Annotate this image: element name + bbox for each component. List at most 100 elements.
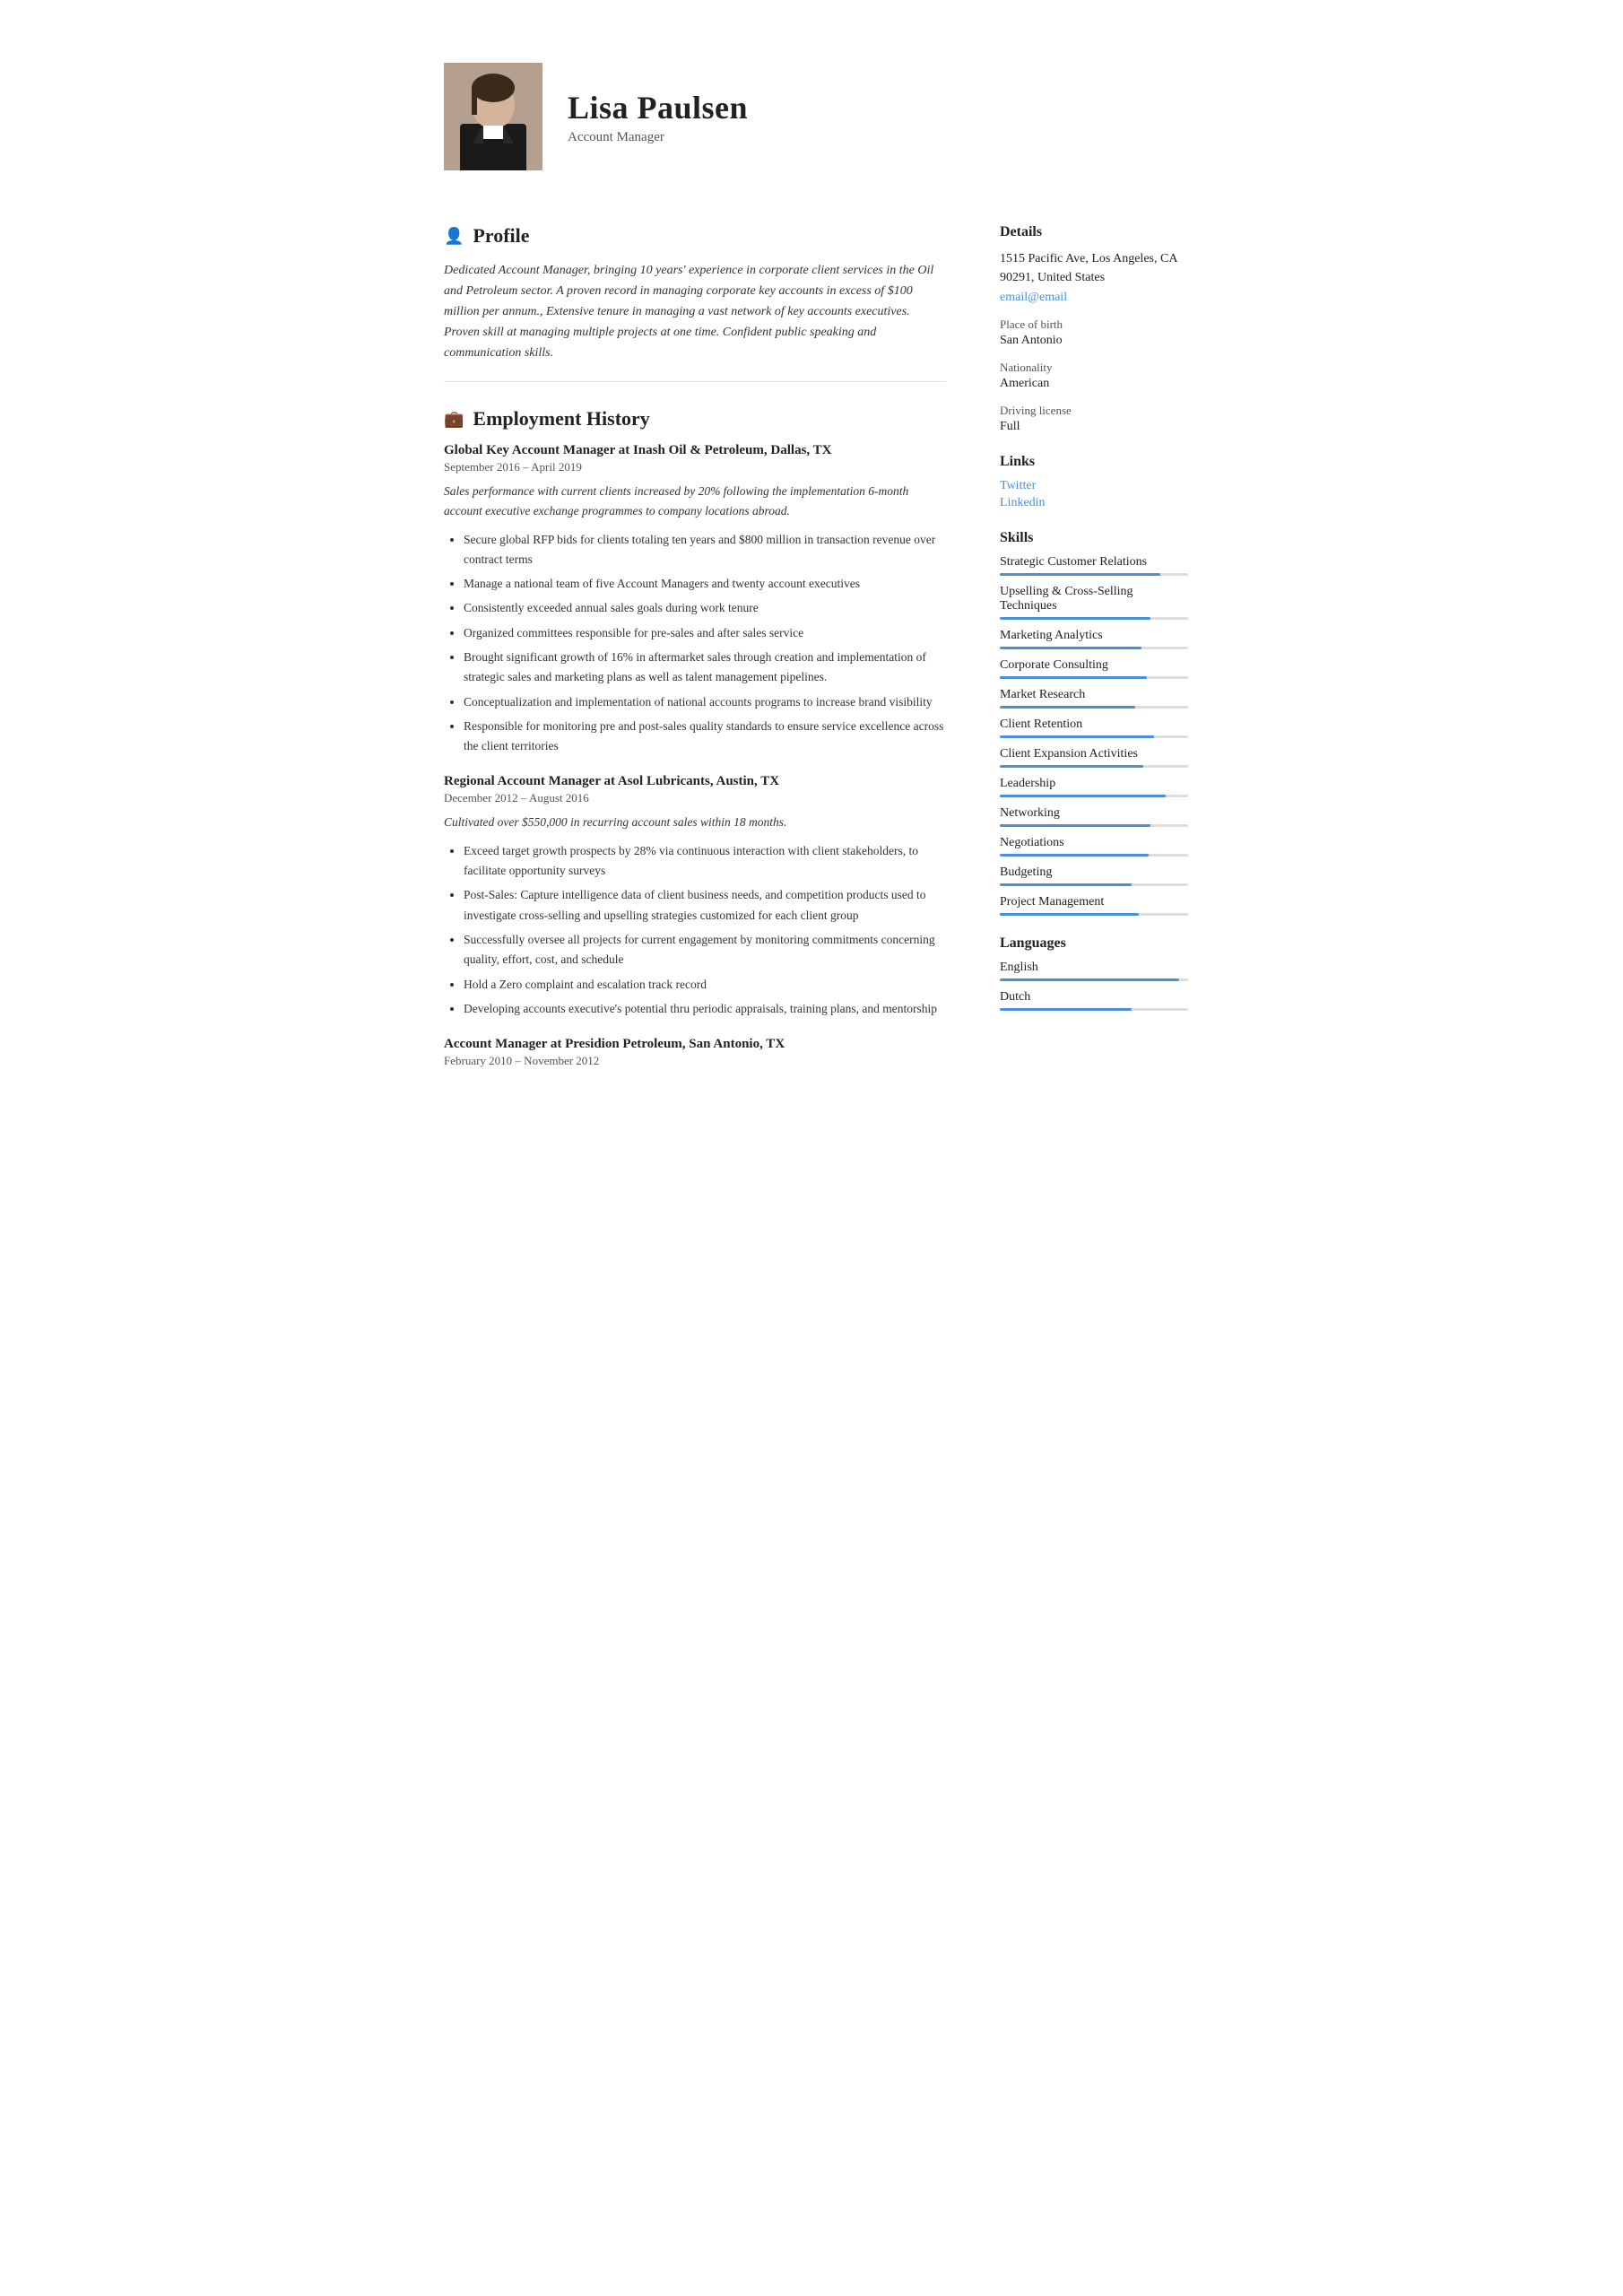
job-1-title: Global Key Account Manager at Inash Oil … <box>444 443 946 458</box>
skill-bar-fill <box>1000 573 1160 576</box>
skill-name: Client Retention <box>1000 718 1188 732</box>
list-item: Secure global RFP bids for clients total… <box>464 530 946 570</box>
skill-item: Leadership <box>1000 777 1188 797</box>
detail-birth-value: San Antonio <box>1000 334 1188 348</box>
list-item: Developing accounts executive's potentia… <box>464 999 946 1019</box>
skill-bar-fill <box>1000 706 1135 709</box>
skill-bar-bg <box>1000 647 1188 649</box>
employment-icon: 💼 <box>444 410 464 429</box>
skill-bar-bg <box>1000 676 1188 679</box>
lang-bar-bg <box>1000 978 1188 981</box>
skill-bar-bg <box>1000 617 1188 620</box>
languages-heading: Languages <box>1000 935 1188 952</box>
lang-bar-bg <box>1000 1008 1188 1011</box>
twitter-link[interactable]: Twitter <box>1000 479 1188 493</box>
detail-address: 1515 Pacific Ave, Los Angeles, CA 90291,… <box>1000 249 1188 287</box>
skill-name: Upselling & Cross-Selling Techniques <box>1000 585 1188 613</box>
job-1-bullets: Secure global RFP bids for clients total… <box>444 530 946 757</box>
skill-bar-fill <box>1000 824 1150 827</box>
skill-bar-bg <box>1000 854 1188 857</box>
job-2: Regional Account Manager at Asol Lubrica… <box>444 774 946 1019</box>
skill-name: Market Research <box>1000 688 1188 702</box>
job-1: Global Key Account Manager at Inash Oil … <box>444 443 946 756</box>
job-1-summary: Sales performance with current clients i… <box>444 482 946 520</box>
candidate-title: Account Manager <box>568 130 1179 145</box>
skill-bar-bg <box>1000 795 1188 797</box>
list-item: Organized committees responsible for pre… <box>464 623 946 643</box>
skill-bar-bg <box>1000 765 1188 768</box>
skill-bar-fill <box>1000 735 1154 738</box>
language-name: English <box>1000 961 1188 975</box>
detail-driving-block: Driving license Full <box>1000 404 1188 434</box>
skill-item: Marketing Analytics <box>1000 629 1188 649</box>
lang-bar-fill <box>1000 978 1179 981</box>
avatar <box>444 63 542 170</box>
list-item: Exceed target growth prospects by 28% vi… <box>464 841 946 882</box>
employment-section-heading: 💼 Employment History <box>444 407 946 430</box>
skill-bar-bg <box>1000 913 1188 916</box>
skill-name: Marketing Analytics <box>1000 629 1188 643</box>
main-layout: 👤 Profile Dedicated Account Manager, bri… <box>408 197 1215 1111</box>
skill-bar-fill <box>1000 883 1132 886</box>
skill-name: Strategic Customer Relations <box>1000 555 1188 570</box>
right-column: Details 1515 Pacific Ave, Los Angeles, C… <box>982 197 1215 1111</box>
job-1-dates: September 2016 – April 2019 <box>444 460 946 474</box>
language-item: Dutch <box>1000 990 1188 1011</box>
skill-name: Budgeting <box>1000 865 1188 880</box>
left-column: 👤 Profile Dedicated Account Manager, bri… <box>408 197 982 1111</box>
skill-item: Upselling & Cross-Selling Techniques <box>1000 585 1188 620</box>
language-name: Dutch <box>1000 990 1188 1004</box>
skill-bar-fill <box>1000 676 1147 679</box>
links-heading: Links <box>1000 454 1188 470</box>
skill-name: Negotiations <box>1000 836 1188 850</box>
skill-item: Market Research <box>1000 688 1188 709</box>
detail-birth-label: Place of birth <box>1000 317 1188 332</box>
skill-bar-fill <box>1000 854 1149 857</box>
skill-name: Networking <box>1000 806 1188 821</box>
detail-email: email@email <box>1000 291 1188 305</box>
employment-heading-label: Employment History <box>473 407 649 430</box>
linkedin-link[interactable]: Linkedin <box>1000 496 1188 510</box>
job-3-dates: February 2010 – November 2012 <box>444 1054 946 1068</box>
skill-item: Negotiations <box>1000 836 1188 857</box>
skill-bar-bg <box>1000 883 1188 886</box>
skill-item: Client Retention <box>1000 718 1188 738</box>
list-item: Brought significant growth of 16% in aft… <box>464 648 946 688</box>
skill-bar-fill <box>1000 765 1143 768</box>
skill-name: Corporate Consulting <box>1000 658 1188 673</box>
skill-item: Budgeting <box>1000 865 1188 886</box>
skill-item: Project Management <box>1000 895 1188 916</box>
job-2-title: Regional Account Manager at Asol Lubrica… <box>444 774 946 789</box>
detail-driving-label: Driving license <box>1000 404 1188 418</box>
skills-heading: Skills <box>1000 530 1188 546</box>
detail-birth-block: Place of birth San Antonio <box>1000 317 1188 348</box>
job-2-dates: December 2012 – August 2016 <box>444 791 946 805</box>
skill-bar-bg <box>1000 824 1188 827</box>
candidate-name: Lisa Paulsen <box>568 89 1179 126</box>
detail-nationality-value: American <box>1000 377 1188 391</box>
skill-bar-fill <box>1000 647 1141 649</box>
job-3-title: Account Manager at Presidion Petroleum, … <box>444 1037 946 1052</box>
list-item: Conceptualization and implementation of … <box>464 692 946 712</box>
skill-name: Project Management <box>1000 895 1188 909</box>
lang-bar-fill <box>1000 1008 1132 1011</box>
detail-address-block: 1515 Pacific Ave, Los Angeles, CA 90291,… <box>1000 249 1188 305</box>
skill-bar-bg <box>1000 573 1188 576</box>
list-item: Consistently exceeded annual sales goals… <box>464 598 946 618</box>
profile-text: Dedicated Account Manager, bringing 10 y… <box>444 260 946 363</box>
skill-name: Client Expansion Activities <box>1000 747 1188 761</box>
skill-bar-bg <box>1000 706 1188 709</box>
list-item: Manage a national team of five Account M… <box>464 574 946 594</box>
skill-bar-fill <box>1000 913 1139 916</box>
skill-name: Leadership <box>1000 777 1188 791</box>
skill-item: Client Expansion Activities <box>1000 747 1188 768</box>
list-item: Hold a Zero complaint and escalation tra… <box>464 975 946 995</box>
skill-bar-fill <box>1000 795 1166 797</box>
job-2-summary: Cultivated over $550,000 in recurring ac… <box>444 813 946 832</box>
skill-bar-fill <box>1000 617 1150 620</box>
profile-divider <box>444 381 946 382</box>
skill-item: Networking <box>1000 806 1188 827</box>
profile-section-heading: 👤 Profile <box>444 224 946 248</box>
profile-icon: 👤 <box>444 227 464 246</box>
job-3: Account Manager at Presidion Petroleum, … <box>444 1037 946 1068</box>
